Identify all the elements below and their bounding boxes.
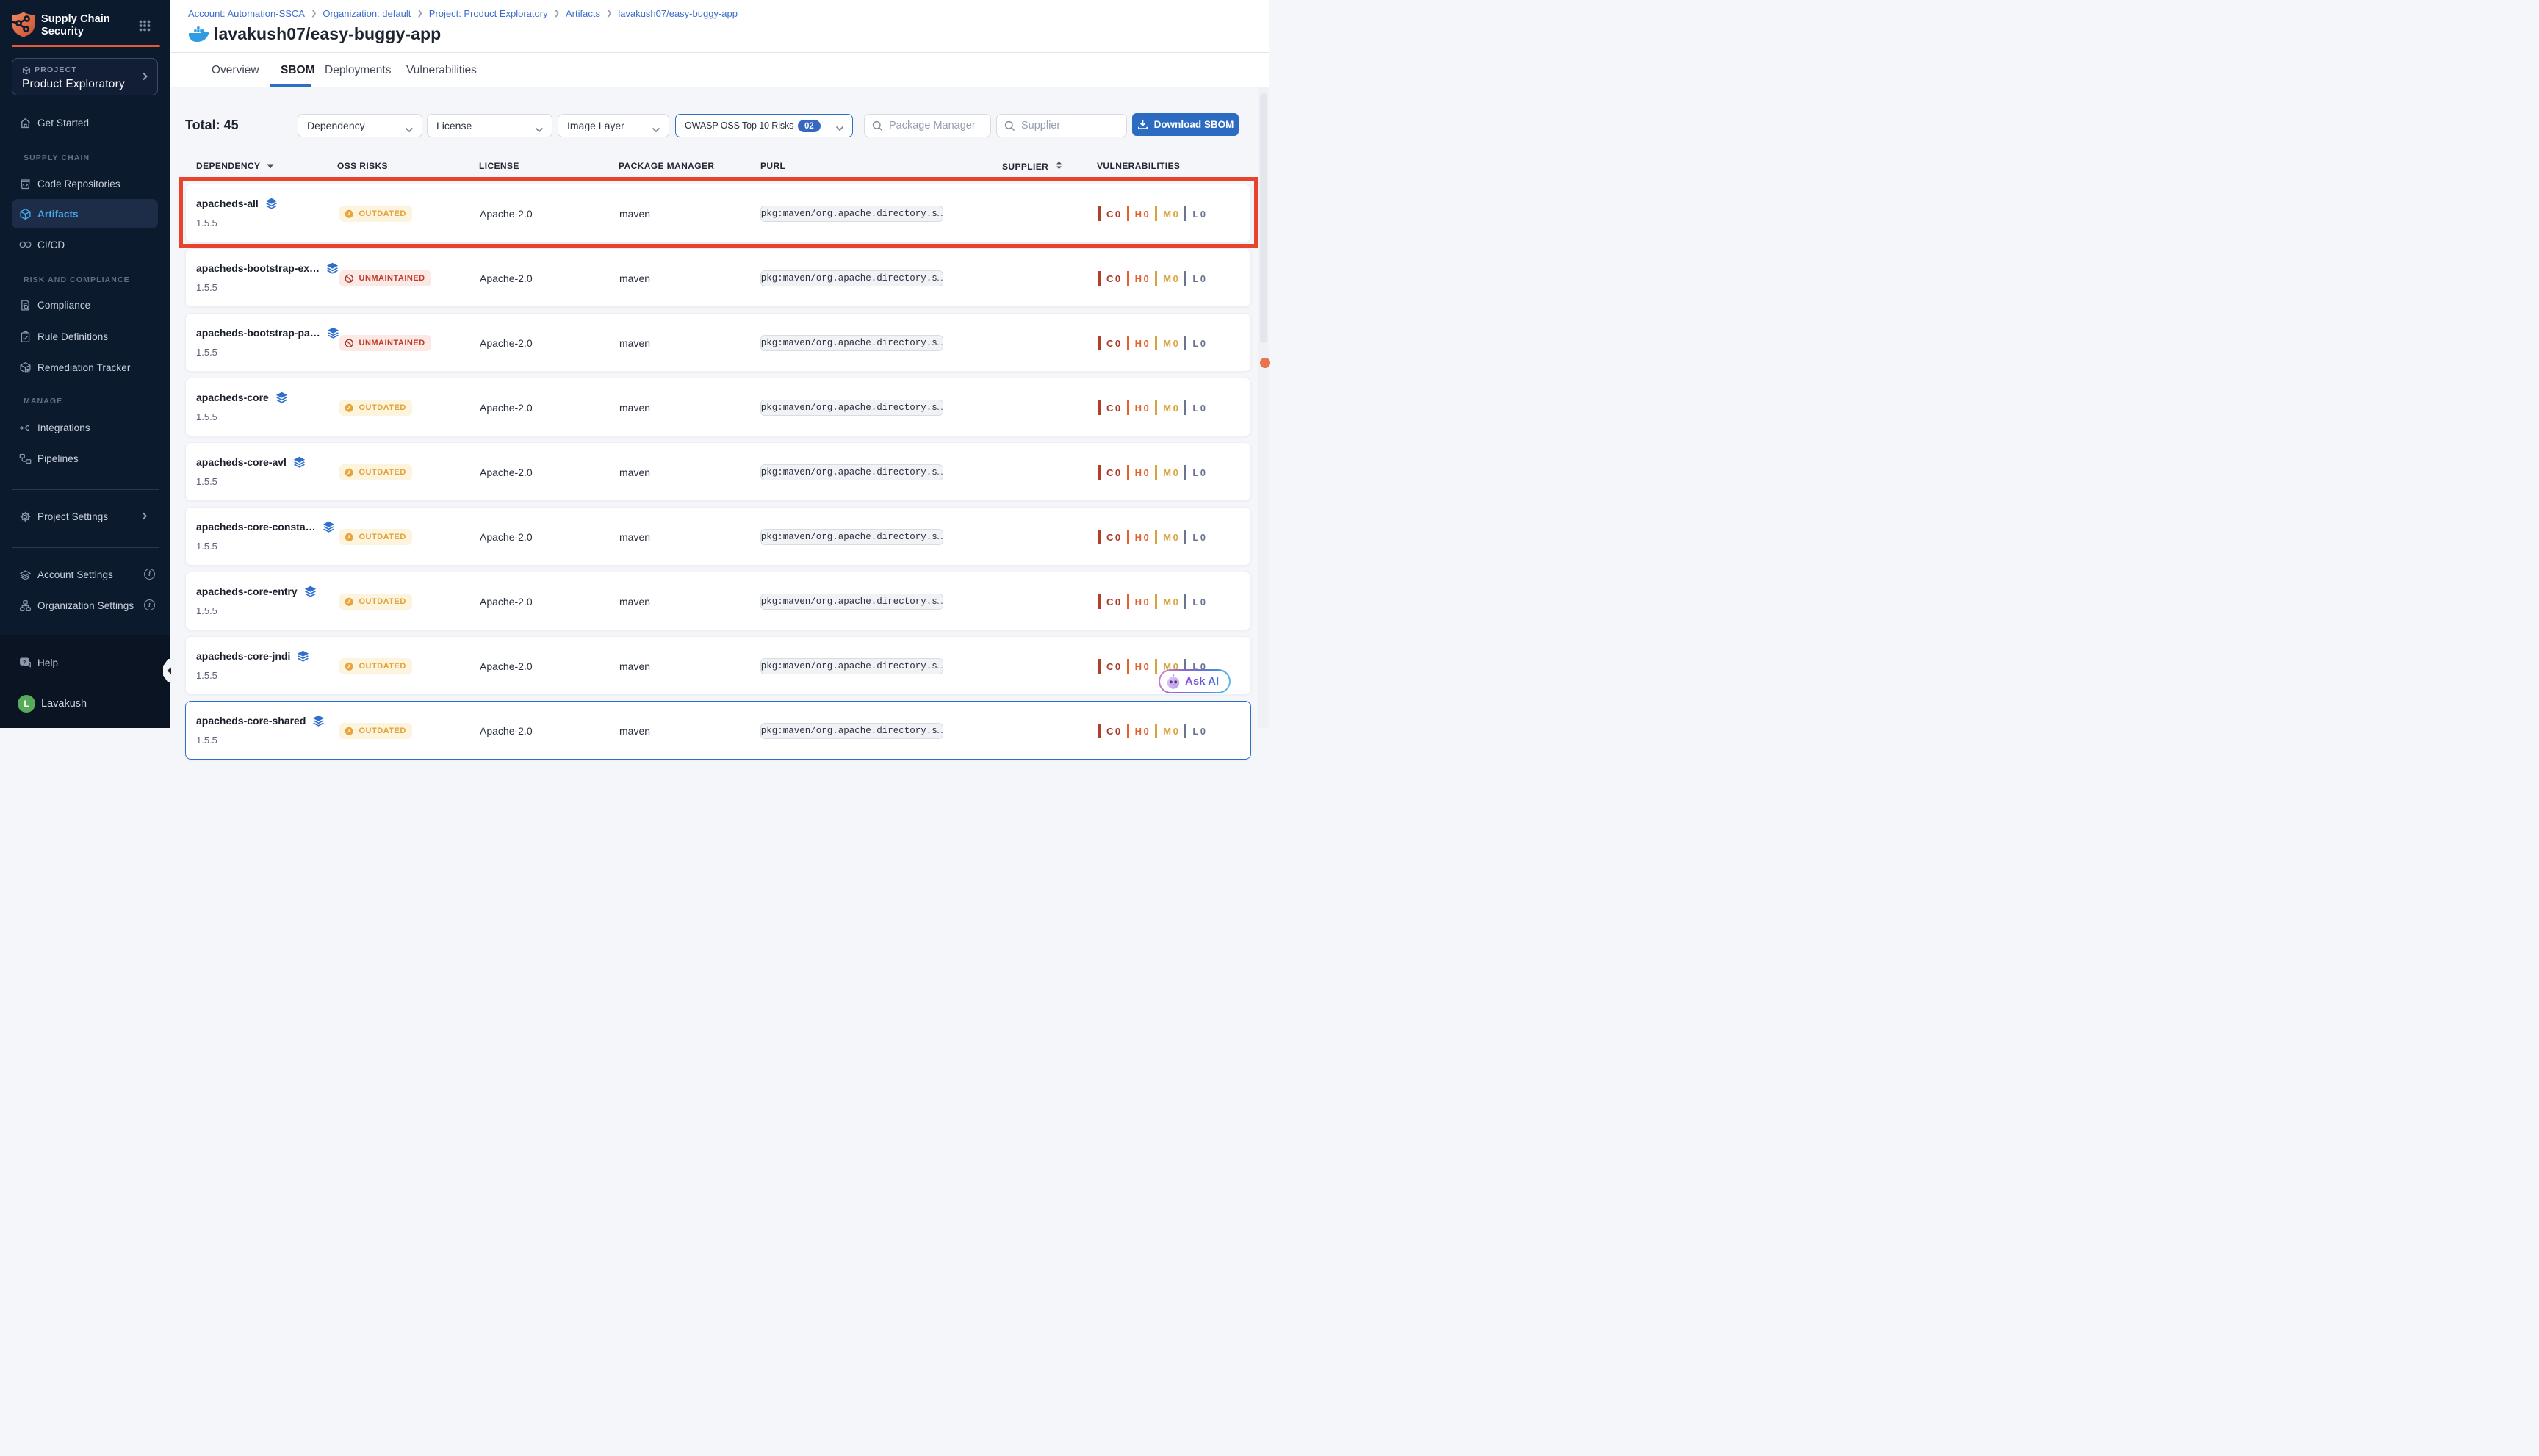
svg-text:?: ? [23, 660, 26, 665]
